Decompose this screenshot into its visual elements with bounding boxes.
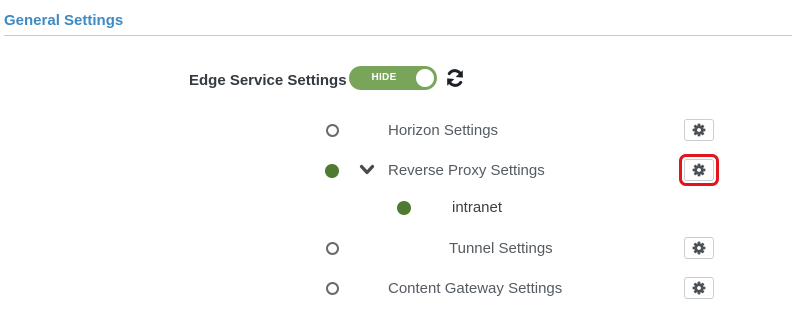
gear-icon bbox=[692, 241, 706, 255]
radio-horizon-settings[interactable] bbox=[326, 124, 339, 137]
toggle-knob bbox=[416, 69, 434, 87]
item-label-content-gateway-settings: Content Gateway Settings bbox=[388, 280, 563, 297]
gear-icon bbox=[692, 123, 706, 137]
radio-reverse-proxy-settings[interactable] bbox=[325, 164, 339, 178]
section-divider bbox=[4, 35, 792, 36]
radio-content-gateway-settings[interactable] bbox=[326, 282, 339, 295]
item-label-horizon-settings: Horizon Settings bbox=[388, 122, 499, 139]
item-label-intranet: intranet bbox=[452, 199, 503, 216]
section-title: General Settings bbox=[4, 12, 124, 29]
item-label-reverse-proxy-settings: Reverse Proxy Settings bbox=[388, 162, 545, 179]
chevron-down-icon[interactable] bbox=[359, 162, 375, 178]
horizon-settings-gear-button[interactable] bbox=[684, 119, 714, 141]
radio-intranet[interactable] bbox=[397, 201, 411, 215]
radio-tunnel-settings[interactable] bbox=[326, 242, 339, 255]
toggle-label: HIDE bbox=[371, 72, 397, 83]
edge-service-toggle[interactable]: HIDE bbox=[349, 66, 437, 90]
edge-service-settings-label: Edge Service Settings bbox=[189, 72, 347, 89]
item-label-tunnel-settings: Tunnel Settings bbox=[449, 240, 553, 257]
tunnel-settings-gear-button[interactable] bbox=[684, 237, 714, 259]
gear-button-highlight bbox=[679, 154, 719, 186]
refresh-icon[interactable] bbox=[445, 68, 465, 88]
content-gateway-settings-gear-button[interactable] bbox=[684, 277, 714, 299]
gear-icon bbox=[692, 281, 706, 295]
